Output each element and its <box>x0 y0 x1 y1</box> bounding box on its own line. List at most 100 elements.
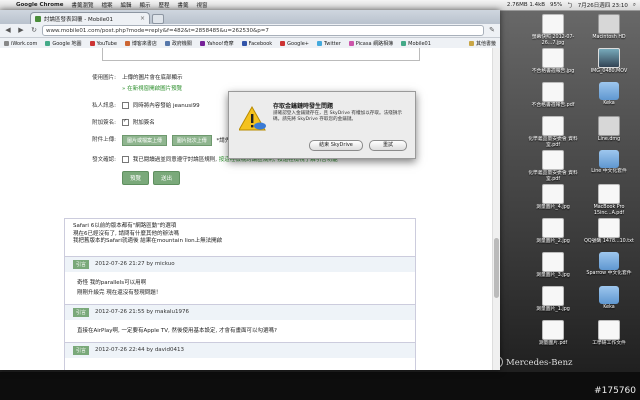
quote-button[interactable]: 引言 <box>73 259 90 269</box>
desktop-icon[interactable]: 測量圖片_4.jpg <box>528 184 578 211</box>
address-bar[interactable]: www.mobile01.com/post.php?mode=reply&f=4… <box>42 25 484 36</box>
quote-button[interactable]: 引言 <box>73 307 90 317</box>
desktop-icon[interactable]: 測量圖片_1.jpg <box>528 286 578 313</box>
desktop-icon[interactable]: Line 中文化套件 <box>584 150 634 175</box>
desktop-icon-label: 測量圖片_2.jpg <box>536 239 570 244</box>
watermark: #175760 <box>594 386 636 396</box>
desktop-icon[interactable]: 測量圖片_2.jpg <box>528 218 578 245</box>
desktop-icon-label: 測量圖片.pdf <box>538 341 568 346</box>
back-icon[interactable]: ◀ <box>3 26 13 35</box>
desktop-icon[interactable]: 不合格書週報告.jpg <box>528 48 578 75</box>
desktop-icon[interactable]: Keka <box>584 286 634 311</box>
spotlight-icon[interactable]: ⌕ <box>633 2 636 9</box>
bookmark-item[interactable]: iWork.com <box>4 41 37 47</box>
bookmark-item[interactable]: Mobile01 <box>401 41 431 47</box>
menu-item[interactable]: 書籤瀏覽 <box>67 1 97 9</box>
new-tab-button[interactable] <box>152 14 164 24</box>
doc-icon <box>542 286 564 306</box>
bookmark-favicon-icon <box>89 41 95 46</box>
input-method[interactable]: ㄅ <box>567 1 573 9</box>
menu-item[interactable]: 書籤 <box>174 1 193 9</box>
browser-window: 討論區發表回覆 - Mobile01 × ◀ ▶ ↻ www.mobile01.… <box>0 10 500 370</box>
bookmark-label: Facebook <box>248 40 273 47</box>
desktop-icon[interactable]: 不合格書週報告.pdf <box>528 82 578 109</box>
desktop-icon-label: 工學研工作文件 <box>592 341 626 346</box>
desktop-icon[interactable]: 測量圖片_3.jpg <box>528 252 578 279</box>
desktop-icon[interactable]: QQ號碼 1478...10.txt <box>584 218 634 245</box>
desktop-icon-label: MacBook Pro 15inc...A.pdf <box>593 205 625 216</box>
upload-file-button[interactable]: 圖片或檔案上傳 <box>122 135 168 146</box>
bookmark-label: Google 地圖 <box>52 41 82 47</box>
folder-icon <box>599 252 619 270</box>
bookmark-label: 政府機關 <box>171 41 192 47</box>
desktop-icon[interactable]: MacBook Pro 15inc...A.pdf <box>584 184 634 217</box>
desktop-icon[interactable]: 測量圖片.pdf <box>528 320 578 347</box>
bookmark-item[interactable]: Facebook <box>241 40 273 47</box>
bookmark-favicon-icon <box>124 41 130 46</box>
batch-upload-button[interactable]: 圖片批次上傳 <box>171 135 212 146</box>
bookmark-label: Twitter <box>324 40 341 47</box>
scrollbar-thumb[interactable] <box>494 238 499 298</box>
page-scrollbar[interactable] <box>492 48 500 370</box>
menu-item[interactable]: 視窗 <box>193 1 212 9</box>
bookmark-item[interactable]: 博客來書店 <box>124 40 157 47</box>
bookmark-item[interactable]: Google 地圖 <box>45 40 82 47</box>
browser-tab[interactable]: 討論區發表回覆 - Mobile01 × <box>30 12 150 24</box>
post-body: 奇怪 我的parallels可以用啊 剛剛升級完 現在還沒有發現問題！ <box>65 272 415 304</box>
submit-button[interactable]: 送出 <box>153 171 181 185</box>
post-meta: 2012-07-26 21:55 by makalu1976 <box>95 309 190 315</box>
menu-item[interactable]: 檔案 <box>97 1 116 9</box>
desktop-icon[interactable]: 化學義品量安委會 資料室.pdf <box>528 116 578 149</box>
signature-checkbox[interactable] <box>122 119 129 126</box>
desktop-icon[interactable]: IMG_0480.MOV <box>584 48 634 75</box>
bookmark-favicon-icon <box>4 41 9 46</box>
clock[interactable]: 7月26日週四 23:10 <box>578 1 628 9</box>
bookmark-label: Google+ <box>287 40 309 47</box>
quote-button[interactable]: 引言 <box>73 345 90 355</box>
reload-icon[interactable]: ↻ <box>29 26 39 35</box>
tab-close-icon[interactable]: × <box>140 15 145 22</box>
other-bookmarks-label: 其他書籤 <box>475 41 496 47</box>
doc-icon <box>542 320 564 340</box>
doc-icon <box>542 150 564 170</box>
bookmark-item[interactable]: Google+ <box>280 41 309 47</box>
other-bookmarks[interactable]: 其他書籤 <box>468 40 496 47</box>
menu-item[interactable]: 顯示 <box>136 1 155 9</box>
bookmark-item[interactable]: Twitter <box>317 41 341 47</box>
image-preview-link[interactable]: » 在新視窗開啟圖片預覽 <box>122 84 183 92</box>
bookmark-item[interactable]: Yahoo!奇摩 <box>199 40 234 47</box>
menu-item[interactable]: 歷程 <box>155 1 174 9</box>
preview-button[interactable]: 預覽 <box>122 171 150 185</box>
skydrive-alert-dialog: 存取金鑰鏈時發生問題 請確認登入金鑰鏈存在，且 SkyDrive 有權加以存取。… <box>228 91 416 159</box>
battery-percent[interactable]: 95% <box>550 2 562 8</box>
menu-app-name[interactable]: Google Chrome <box>12 2 67 8</box>
reply-textarea[interactable] <box>102 48 420 61</box>
quit-skydrive-button[interactable]: 結束 SkyDrive <box>309 140 363 151</box>
bookmark-favicon-icon <box>45 41 51 46</box>
bookmark-item[interactable]: Picasa 網路相簿 <box>348 40 393 47</box>
forward-icon[interactable]: ▶ <box>16 26 26 35</box>
private-message-checkbox[interactable] <box>122 102 129 109</box>
post-header: 引言 2012-07-26 21:27 by mickuo <box>65 255 415 272</box>
doc-icon <box>598 184 620 204</box>
desktop-icon-label: 化學義品量安委會 資料室.pdf <box>528 137 578 148</box>
doc-icon <box>598 320 620 340</box>
desktop-icon[interactable]: 化學義品量安委會 資料室.pdf <box>528 150 578 183</box>
wrench-icon[interactable]: ✎ <box>487 26 497 35</box>
desktop-icon[interactable]: Macintosh HD <box>584 14 634 41</box>
confirm-checkbox[interactable] <box>122 156 129 163</box>
bookmark-item[interactable]: YouTube <box>89 41 117 47</box>
brand-wallpaper-text: Mercedes-Benz <box>506 358 573 368</box>
desktop-icon[interactable]: 工學研工作文件 <box>584 320 634 347</box>
desktop-icon-label: 螢幕快照 2012-07-26...7.jpg <box>531 35 575 46</box>
retry-button[interactable]: 重試 <box>369 140 407 151</box>
desktop-icon[interactable]: Line.dmg <box>584 116 634 143</box>
desktop-icon[interactable]: Keka <box>584 82 634 107</box>
menu-item[interactable]: 編輯 <box>116 1 135 9</box>
desktop-icon[interactable]: Sparrow 中文化套件 <box>584 252 634 277</box>
network-speed[interactable]: 2.76MB 1.4kB <box>507 2 545 8</box>
desktop-icon-label: Sparrow 中文化套件 <box>586 271 632 276</box>
bookmark-item[interactable]: 政府機關 <box>164 40 192 47</box>
folder-icon <box>599 150 619 168</box>
desktop-icon[interactable]: 螢幕快照 2012-07-26...7.jpg <box>528 14 578 47</box>
